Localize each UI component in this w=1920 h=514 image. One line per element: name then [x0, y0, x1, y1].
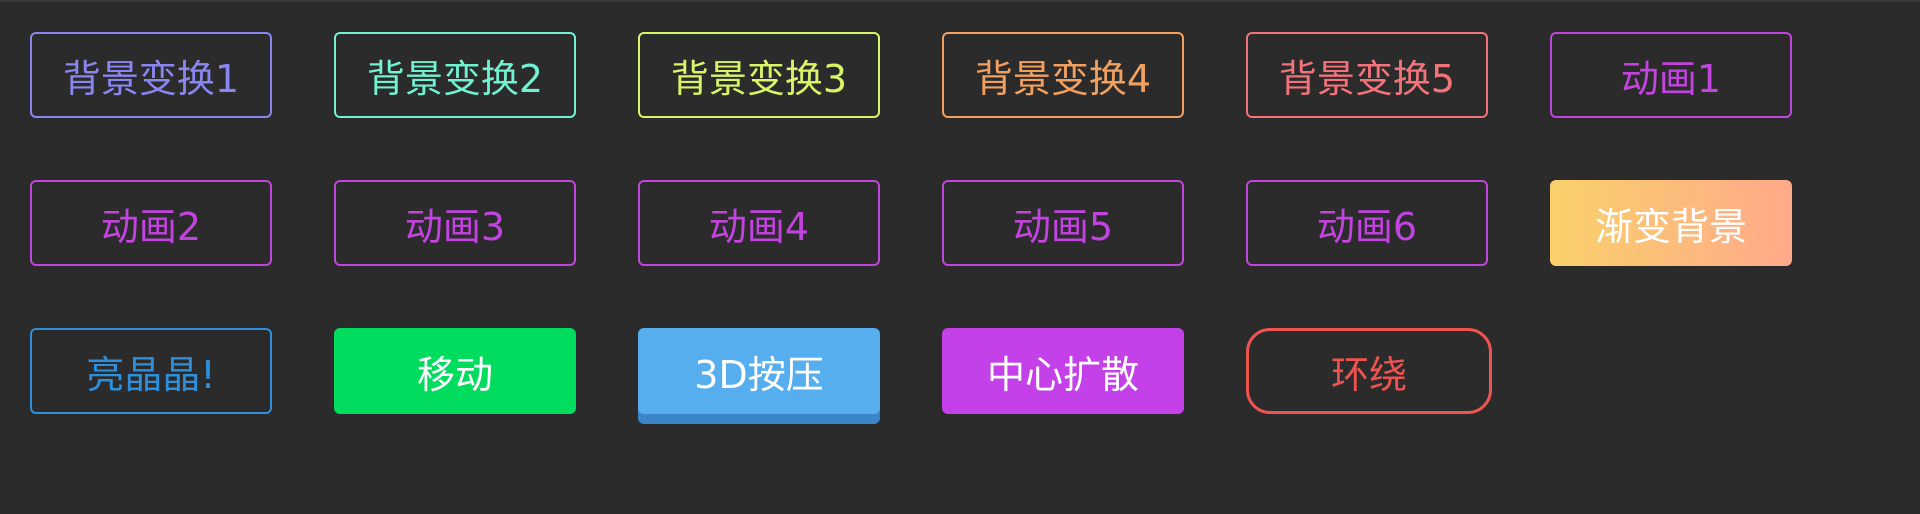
- button-row-2: 动画2 动画3 动画4 动画5 动画6 渐变背景: [30, 180, 1830, 266]
- center-spread-button[interactable]: 中心扩散: [942, 328, 1184, 414]
- animation-2-button[interactable]: 动画2: [30, 180, 272, 266]
- top-divider: [0, 0, 1920, 2]
- animation-6-button[interactable]: 动画6: [1246, 180, 1488, 266]
- animation-4-button[interactable]: 动画4: [638, 180, 880, 266]
- sparkle-button[interactable]: 亮晶晶!: [30, 328, 272, 414]
- animation-5-button[interactable]: 动画5: [942, 180, 1184, 266]
- button-row-1: 背景变换1 背景变换2 背景变换3 背景变换4 背景变换5 动画1: [30, 32, 1830, 118]
- bg-transform-5-button[interactable]: 背景变换5: [1246, 32, 1488, 118]
- animation-1-button[interactable]: 动画1: [1550, 32, 1792, 118]
- gradient-background-button[interactable]: 渐变背景: [1550, 180, 1792, 266]
- surround-button[interactable]: 环绕: [1246, 328, 1492, 414]
- bg-transform-4-button[interactable]: 背景变换4: [942, 32, 1184, 118]
- press-3d-button[interactable]: 3D按压: [638, 328, 880, 414]
- button-row-3: 亮晶晶! 移动 3D按压 中心扩散 环绕: [30, 328, 1830, 414]
- animation-3-button[interactable]: 动画3: [334, 180, 576, 266]
- move-button[interactable]: 移动: [334, 328, 576, 414]
- bg-transform-3-button[interactable]: 背景变换3: [638, 32, 880, 118]
- bg-transform-2-button[interactable]: 背景变换2: [334, 32, 576, 118]
- bg-transform-1-button[interactable]: 背景变换1: [30, 32, 272, 118]
